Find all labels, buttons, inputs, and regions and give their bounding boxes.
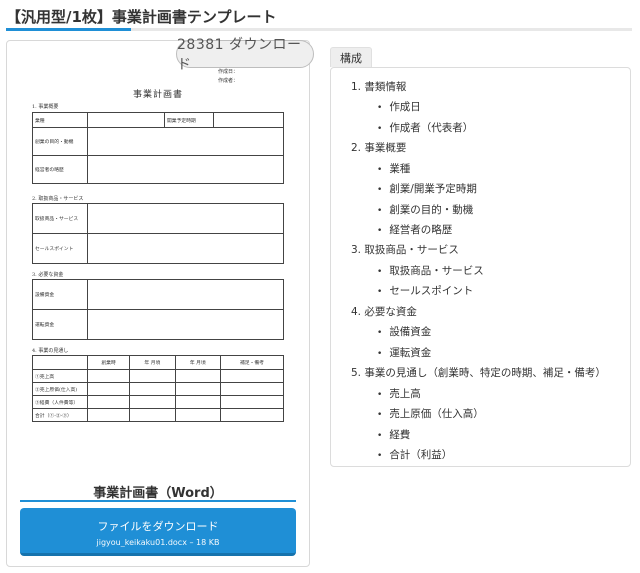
preview-row-label: ③経費（人件費等） bbox=[32, 395, 88, 409]
contents-subitem: 作成者（代表者） bbox=[377, 120, 473, 135]
preview-cell-label: 業種 bbox=[32, 112, 88, 128]
contents-subitem: 創業の目的・動機 bbox=[377, 202, 473, 217]
contents-subitem: 売上高 bbox=[377, 386, 421, 401]
preview-section-heading: 4. 事業の見通し bbox=[32, 348, 69, 354]
contents-subitem: 取扱商品・サービス bbox=[377, 263, 484, 278]
contents-subitem: 合計（利益） bbox=[377, 447, 452, 462]
file-title: 事業計画書（Word） bbox=[93, 486, 223, 501]
preview-col-header: 補足・備考 bbox=[219, 355, 285, 370]
download-button[interactable]: ファイルをダウンロード jigyou_keikaku01.docx – 18 K… bbox=[20, 508, 296, 556]
contents-subitem: 売上原価（仕入高） bbox=[377, 406, 484, 421]
preview-table-funds: 設備資金 運転資金 bbox=[32, 279, 284, 340]
preview-cell-label: セールスポイント bbox=[32, 233, 88, 264]
contents-section: 4. 必要な資金 bbox=[351, 306, 417, 318]
contents-subitem: 運転資金 bbox=[377, 345, 431, 360]
preview-cell-label: 経営者の略歴 bbox=[32, 155, 88, 184]
preview-cell-label: 取扱商品・サービス bbox=[32, 203, 88, 234]
title-underline bbox=[6, 28, 632, 31]
preview-col-header: 年 月頃 bbox=[174, 355, 221, 370]
preview-section-heading: 3. 必要な資金 bbox=[32, 272, 64, 278]
preview-cell-label: 創業の目的・動機 bbox=[32, 127, 88, 156]
contents-section: 5. 事業の見通し（創業時、特定の時期、補足・備考） bbox=[351, 367, 606, 379]
preview-row-label: ②売上原価(仕入高) bbox=[32, 382, 88, 396]
contents-panel: 1. 書類情報 作成日 作成者（代表者） 2. 事業概要 業種 創業/開業予定時… bbox=[330, 67, 631, 467]
preview-col-header: 年 月頃 bbox=[129, 355, 176, 370]
document-preview[interactable]: 作成日： 作成者： 事業計画書 1. 事業概要 業種 開業予定時期 創業の目的・… bbox=[26, 62, 290, 432]
preview-col-header: 創業時 bbox=[86, 355, 131, 370]
download-count-badge: 28381 ダウンロード bbox=[176, 37, 314, 73]
contents-subitem: 創業/開業予定時期 bbox=[377, 181, 477, 196]
contents-subitem: 設備資金 bbox=[377, 324, 431, 339]
preview-cell-label: 運転資金 bbox=[32, 309, 88, 340]
contents-section: 2. 事業概要 bbox=[351, 142, 407, 154]
contents-subitem: 作成日 bbox=[377, 99, 421, 114]
preview-table-overview: 業種 開業予定時期 創業の目的・動機 経営者の略歴 bbox=[32, 112, 284, 184]
contents-subitem: 業種 bbox=[377, 161, 410, 176]
preview-row-label: ①売上高 bbox=[32, 369, 88, 383]
download-button-label: ファイルをダウンロード bbox=[97, 520, 219, 533]
preview-title: 事業計画書 bbox=[132, 90, 183, 100]
preview-section-heading: 2. 取扱商品・サービス bbox=[32, 196, 84, 202]
file-title-underline bbox=[20, 500, 296, 502]
contents-subitem: 経営者の略歴 bbox=[377, 222, 452, 237]
page-title: 【汎用型/1枚】事業計画書テンプレート bbox=[6, 8, 277, 26]
preview-table-outlook: 創業時 年 月頃 年 月頃 補足・備考 ①売上高 ②売上原価(仕入高) ③経費（… bbox=[32, 355, 285, 422]
contents-subitem: 経費 bbox=[377, 427, 410, 442]
contents-subitem: セールスポイント bbox=[377, 283, 473, 298]
download-file-info: jigyou_keikaku01.docx – 18 KB bbox=[96, 538, 220, 547]
preview-section-heading: 1. 事業概要 bbox=[32, 104, 59, 110]
preview-cell-label: 設備資金 bbox=[32, 279, 88, 310]
contents-section: 3. 取扱商品・サービス bbox=[351, 244, 459, 256]
contents-tab: 構成 bbox=[330, 47, 372, 67]
preview-author: 作成者： bbox=[217, 78, 238, 84]
title-underline-accent bbox=[6, 28, 131, 31]
preview-row-label: 合計（①-②-③） bbox=[32, 408, 88, 422]
contents-section: 1. 書類情報 bbox=[351, 81, 407, 93]
preview-cell-label: 開業予定時期 bbox=[164, 112, 214, 128]
preview-table-products: 取扱商品・サービス セールスポイント bbox=[32, 203, 284, 264]
